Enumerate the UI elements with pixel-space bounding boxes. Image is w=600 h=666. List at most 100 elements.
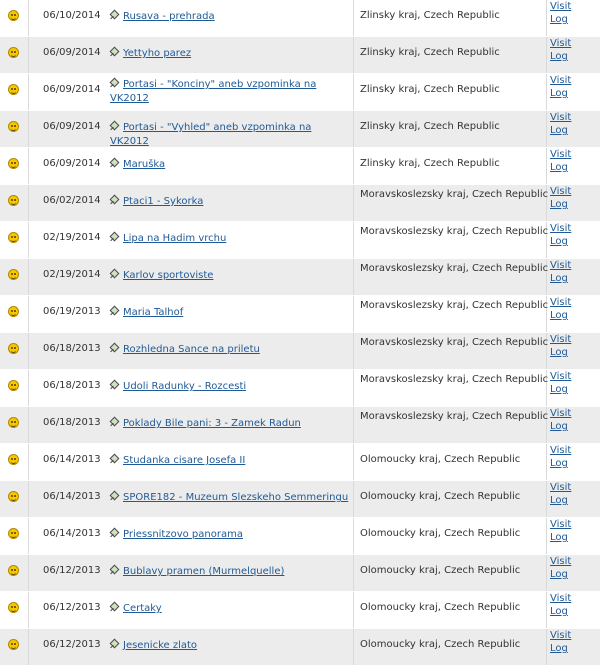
visit-link[interactable]: Visit — [550, 444, 600, 457]
location-cell: Moravskoslezsky kraj, Czech Republic — [354, 333, 547, 370]
visit-link[interactable]: Visit — [550, 0, 600, 13]
cache-name-cell: SPORE182 - Muzeum Slezskeho Semmeringu — [105, 481, 354, 518]
visit-link[interactable]: Visit — [550, 629, 600, 642]
cache-name-link[interactable]: Jesenicke zlato — [123, 640, 197, 651]
cache-name-cell: Bublavy pramen (Murmelquelle) — [105, 555, 354, 592]
cache-name-cell: Jesenicke zlato — [105, 629, 354, 666]
cache-name-link[interactable]: Portasi - "Vyhled" aneb vzpominka na VK2… — [110, 122, 311, 147]
smiley-found-icon — [8, 639, 19, 650]
log-link[interactable]: Log — [550, 383, 600, 396]
found-status-cell — [0, 148, 29, 185]
cache-name-link[interactable]: SPORE182 - Muzeum Slezskeho Semmeringu — [123, 492, 348, 503]
found-status-cell — [0, 444, 29, 481]
visit-link[interactable]: Visit — [550, 481, 600, 494]
cache-name-link[interactable]: Studanka cisare Josefa II — [123, 455, 245, 466]
actions-cell: VisitLog — [547, 629, 600, 666]
smiley-found-icon — [8, 602, 19, 613]
cache-name-link[interactable]: Priessnitzovo panorama — [123, 529, 243, 540]
cache-name-link[interactable]: Udoli Radunky - Rozcesti — [123, 381, 246, 392]
separator-cell — [29, 592, 38, 629]
log-link[interactable]: Log — [550, 309, 600, 322]
table-row: 06/18/2013Poklady Bile pani: 3 - Zamek R… — [0, 407, 600, 444]
traditional-cache-icon — [110, 196, 119, 205]
smiley-found-icon — [8, 380, 19, 391]
cache-location: Olomoucky kraj, Czech Republic — [354, 481, 546, 517]
location-cell: Moravskoslezsky kraj, Czech Republic — [354, 185, 547, 222]
location-cell: Zlinsky kraj, Czech Republic — [354, 74, 547, 111]
location-cell: Zlinsky kraj, Czech Republic — [354, 111, 547, 148]
visit-link[interactable]: Visit — [550, 259, 600, 272]
traditional-cache-icon — [110, 492, 119, 501]
cache-location: Zlinsky kraj, Czech Republic — [354, 74, 546, 110]
cache-name-link[interactable]: Poklady Bile pani: 3 - Zamek Radun — [123, 418, 301, 429]
cache-name-link[interactable]: Ptaci1 - Sykorka — [123, 196, 203, 207]
log-link[interactable]: Log — [550, 124, 600, 137]
traditional-cache-icon — [110, 418, 119, 427]
log-link[interactable]: Log — [550, 235, 600, 248]
visit-link[interactable]: Visit — [550, 592, 600, 605]
cache-name-link[interactable]: Yettyho parez — [123, 48, 191, 59]
cache-name-link[interactable]: Karlov sportoviste — [123, 270, 213, 281]
found-status-cell — [0, 111, 29, 148]
log-link[interactable]: Log — [550, 50, 600, 63]
table-row: 06/14/2013Studanka cisare Josefa IIOlomo… — [0, 444, 600, 481]
cache-name-cell: Poklady Bile pani: 3 - Zamek Radun — [105, 407, 354, 444]
table-row: 06/14/2013SPORE182 - Muzeum Slezskeho Se… — [0, 481, 600, 518]
log-link[interactable]: Log — [550, 568, 600, 581]
separator-cell — [29, 222, 38, 259]
cache-name-link[interactable]: Certaky — [123, 603, 162, 614]
found-status-cell — [0, 333, 29, 370]
table-row: 06/19/2013Maria TalhofMoravskoslezsky kr… — [0, 296, 600, 333]
log-link[interactable]: Log — [550, 13, 600, 26]
log-date: 06/09/2014 — [37, 111, 105, 147]
cache-name-cell: Karlov sportoviste — [105, 259, 354, 296]
log-link[interactable]: Log — [550, 605, 600, 618]
visit-link[interactable]: Visit — [550, 333, 600, 346]
cache-name-link[interactable]: Rusava - prehrada — [123, 11, 215, 22]
visit-link[interactable]: Visit — [550, 407, 600, 420]
actions-cell: VisitLog — [547, 481, 600, 518]
visit-link[interactable]: Visit — [550, 185, 600, 198]
log-link[interactable]: Log — [550, 346, 600, 359]
separator-cell — [29, 629, 38, 666]
log-link[interactable]: Log — [550, 642, 600, 655]
log-date: 02/19/2014 — [37, 259, 105, 295]
log-link[interactable]: Log — [550, 161, 600, 174]
log-link[interactable]: Log — [550, 494, 600, 507]
visit-link[interactable]: Visit — [550, 111, 600, 124]
visit-link[interactable]: Visit — [550, 296, 600, 309]
date-cell: 06/12/2013 — [37, 629, 105, 666]
traditional-cache-icon — [110, 381, 119, 390]
actions-cell: VisitLog — [547, 37, 600, 74]
separator-cell — [29, 333, 38, 370]
log-link[interactable]: Log — [550, 198, 600, 211]
visit-link[interactable]: Visit — [550, 37, 600, 50]
cache-name-link[interactable]: Portasi - "Konciny" aneb vzpominka na VK… — [110, 79, 316, 104]
found-logs-body: 06/10/2014Rusava - prehradaZlinsky kraj,… — [0, 0, 600, 666]
log-link[interactable]: Log — [550, 531, 600, 544]
log-link[interactable]: Log — [550, 272, 600, 285]
log-date: 06/09/2014 — [37, 148, 105, 184]
cache-name-link[interactable]: Bublavy pramen (Murmelquelle) — [123, 566, 284, 577]
cache-name-link[interactable]: Maria Talhof — [123, 307, 183, 318]
table-row: 06/18/2013Udoli Radunky - RozcestiMoravs… — [0, 370, 600, 407]
visit-link[interactable]: Visit — [550, 148, 600, 161]
visit-link[interactable]: Visit — [550, 555, 600, 568]
location-cell: Olomoucky kraj, Czech Republic — [354, 555, 547, 592]
visit-link[interactable]: Visit — [550, 518, 600, 531]
cache-name-link[interactable]: Rozhledna Sance na priletu — [123, 344, 260, 355]
location-cell: Olomoucky kraj, Czech Republic — [354, 518, 547, 555]
visit-link[interactable]: Visit — [550, 74, 600, 87]
log-link[interactable]: Log — [550, 420, 600, 433]
visit-link[interactable]: Visit — [550, 222, 600, 235]
log-date: 06/09/2014 — [37, 37, 105, 73]
date-cell: 06/18/2013 — [37, 333, 105, 370]
separator-cell — [29, 0, 38, 37]
cache-name-cell: Udoli Radunky - Rozcesti — [105, 370, 354, 407]
log-link[interactable]: Log — [550, 457, 600, 470]
log-link[interactable]: Log — [550, 87, 600, 100]
visit-link[interactable]: Visit — [550, 370, 600, 383]
cache-name-link[interactable]: Maruška — [123, 159, 165, 170]
cache-name-link[interactable]: Lipa na Hadim vrchu — [123, 233, 226, 244]
separator-cell — [29, 111, 38, 148]
